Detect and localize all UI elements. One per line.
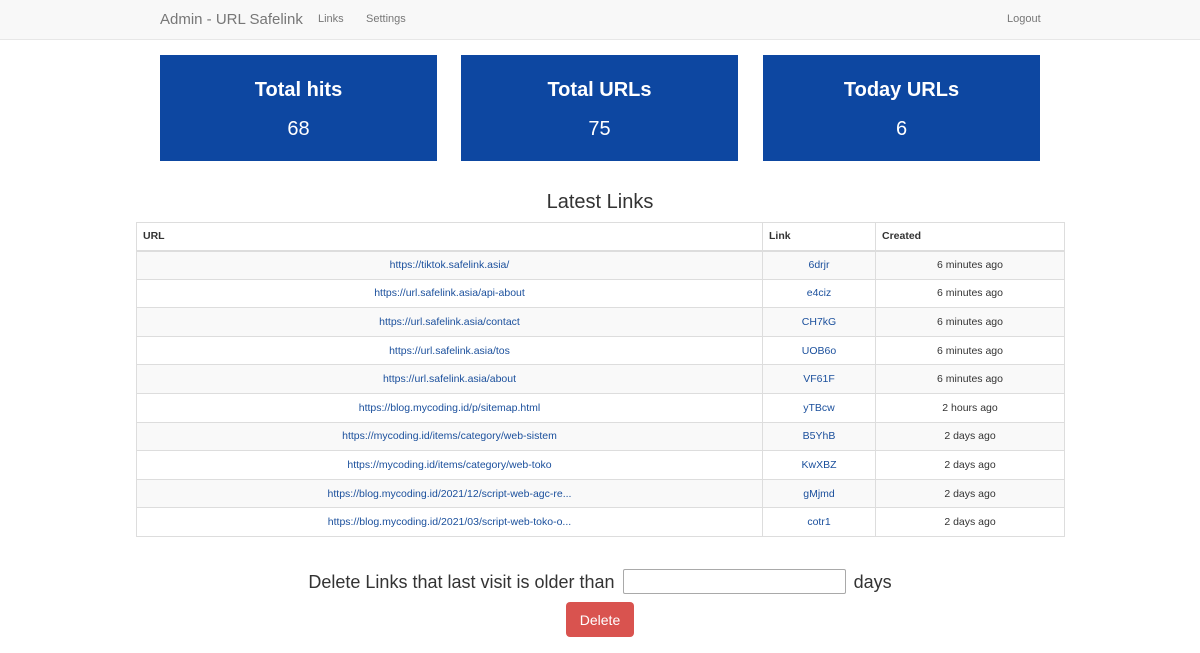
created-column-header: Created [875,222,1065,252]
short-link-cell: gMjmd [762,478,876,509]
created-cell: 2 days ago [875,450,1065,480]
table-row: https://blog.mycoding.id/2021/03/script-… [136,507,1065,537]
total-urls-card: Total URLs 75 [461,55,738,161]
table-row: https://tiktok.safelink.asia/ 6drjr 6 mi… [136,250,1065,280]
short-link-cell: e4ciz [762,278,876,309]
created-cell: 6 minutes ago [875,278,1065,309]
latest-links-title: Latest Links [546,191,654,213]
url-link[interactable]: https://url.safelink.asia/about [383,373,516,385]
short-link[interactable]: yTBcw [803,402,835,414]
nav-logout-link[interactable]: Logout [1007,0,1041,39]
url-cell: https://blog.mycoding.id/2021/03/script-… [136,507,763,537]
created-cell: 2 days ago [875,507,1065,537]
url-column-header: URL [136,222,763,252]
short-link[interactable]: UOB6o [802,345,836,357]
delete-button[interactable]: Delete [566,602,634,637]
url-link[interactable]: https://url.safelink.asia/api-about [374,287,525,299]
url-cell: https://blog.mycoding.id/p/sitemap.html [136,392,763,423]
total-urls-title: Total URLs [547,79,652,101]
short-link[interactable]: 6drjr [808,259,829,271]
url-cell: https://url.safelink.asia/api-about [136,278,763,309]
table-row: https://url.safelink.asia/about VF61F 6 … [136,364,1065,394]
table-header-row: URL Link Created [136,222,1065,252]
short-link-cell: UOB6o [762,335,876,366]
today-urls-title: Today URLs [843,79,960,101]
created-cell: 6 minutes ago [875,364,1065,394]
created-cell: 2 hours ago [875,392,1065,423]
url-link[interactable]: https://tiktok.safelink.asia/ [390,259,510,271]
table-row: https://url.safelink.asia/contact CH7kG … [136,307,1065,337]
short-link-cell: yTBcw [762,392,876,423]
short-link[interactable]: B5YhB [803,430,836,442]
table-row: https://blog.mycoding.id/2021/12/script-… [136,478,1065,509]
table-row: https://url.safelink.asia/tos UOB6o 6 mi… [136,335,1065,366]
total-urls-value: 75 [588,118,611,140]
short-link-cell: VF61F [762,364,876,394]
url-link[interactable]: https://mycoding.id/items/category/web-t… [347,459,551,471]
short-link[interactable]: KwXBZ [801,459,836,471]
short-link-cell: B5YhB [762,421,876,452]
delete-suffix-label: days [853,572,892,592]
table-row: https://mycoding.id/items/category/web-s… [136,421,1065,452]
short-link[interactable]: e4ciz [807,287,832,299]
nav-settings-link[interactable]: Settings [366,0,406,39]
url-cell: https://mycoding.id/items/category/web-s… [136,421,763,452]
delete-prefix-label: Delete Links that last visit is older th… [308,572,615,592]
today-urls-value: 6 [895,118,908,140]
url-cell: https://url.safelink.asia/about [136,364,763,394]
latest-links-table: URL Link Created https://tiktok.safelink… [136,222,1065,537]
nav-links-link[interactable]: Links [318,0,344,39]
created-cell: 2 days ago [875,478,1065,509]
url-cell: https://url.safelink.asia/tos [136,335,763,366]
url-link[interactable]: https://blog.mycoding.id/2021/12/script-… [328,488,572,500]
created-cell: 6 minutes ago [875,250,1065,280]
url-link[interactable]: https://url.safelink.asia/tos [389,345,510,357]
created-cell: 2 days ago [875,421,1065,452]
short-link-cell: KwXBZ [762,450,876,480]
total-hits-card: Total hits 68 [160,55,437,161]
total-hits-title: Total hits [254,79,343,101]
url-cell: https://url.safelink.asia/contact [136,307,763,337]
delete-links-form: Delete Links that last visit is older th… [0,568,1200,596]
table-row: https://url.safelink.asia/api-about e4ci… [136,278,1065,309]
created-cell: 6 minutes ago [875,307,1065,337]
url-cell: https://mycoding.id/items/category/web-t… [136,450,763,480]
short-link[interactable]: VF61F [803,373,835,385]
url-link[interactable]: https://blog.mycoding.id/p/sitemap.html [359,402,541,414]
link-column-header: Link [762,222,876,252]
short-link-cell: CH7kG [762,307,876,337]
url-link[interactable]: https://blog.mycoding.id/2021/03/script-… [328,516,571,528]
url-cell: https://tiktok.safelink.asia/ [136,250,763,280]
short-link-cell: 6drjr [762,250,876,280]
short-link-cell: cotr1 [762,507,876,537]
url-link[interactable]: https://url.safelink.asia/contact [379,316,520,328]
table-row: https://mycoding.id/items/category/web-t… [136,450,1065,480]
created-cell: 6 minutes ago [875,335,1065,366]
navbar-brand[interactable]: Admin - URL Safelink [160,0,303,39]
table-row: https://blog.mycoding.id/p/sitemap.html … [136,392,1065,423]
short-link[interactable]: gMjmd [803,488,835,500]
url-cell: https://blog.mycoding.id/2021/12/script-… [136,478,763,509]
total-hits-value: 68 [287,118,310,140]
top-navbar: Admin - URL Safelink Links Settings Logo… [0,0,1200,40]
days-input[interactable] [622,568,846,594]
short-link[interactable]: CH7kG [802,316,836,328]
url-link[interactable]: https://mycoding.id/items/category/web-s… [342,430,557,442]
short-link[interactable]: cotr1 [807,516,830,528]
today-urls-card: Today URLs 6 [763,55,1040,161]
